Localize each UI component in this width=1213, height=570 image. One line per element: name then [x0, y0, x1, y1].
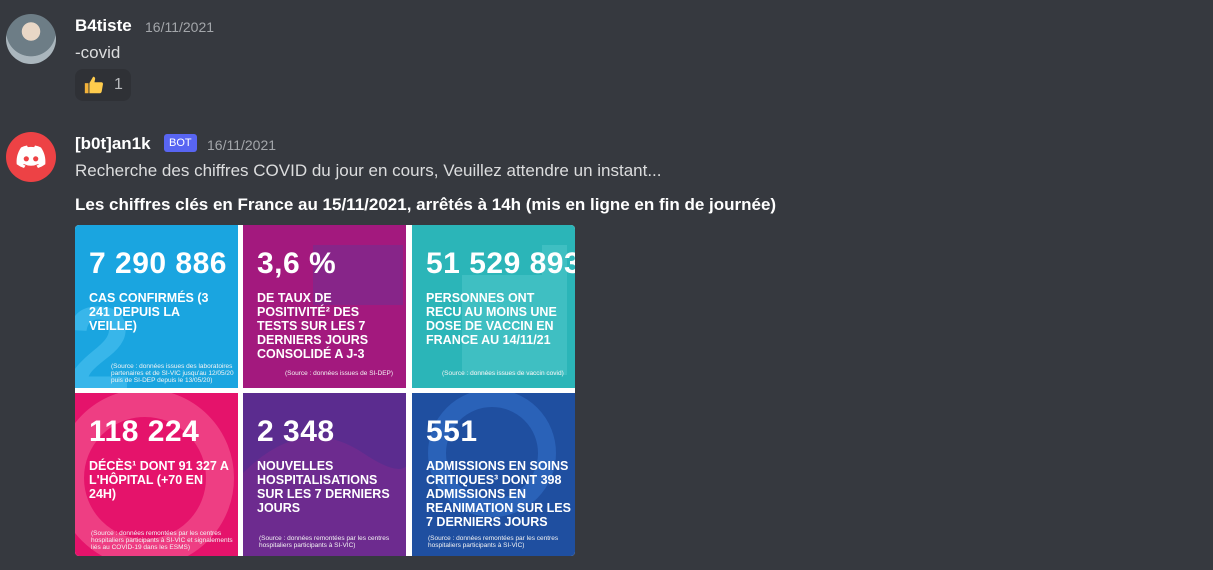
tile-label: NOUVELLES HOSPITALISATIONS SUR LES 7 DER…	[257, 459, 390, 515]
user-avatar[interactable]	[6, 14, 56, 64]
tile-label: ADMISSIONS EN SOINS CRITIQUES³ DONT 398 …	[426, 459, 571, 529]
tile-label: CAS CONFIRMÉS (3 241 DEPUIS LA VEILLE)	[89, 291, 209, 333]
tile-source: (Source : données remontées par les cent…	[91, 530, 233, 551]
tile-positivity-rate: 3,6 % DE TAUX DE POSITIVITÉ² DES TESTS S…	[243, 225, 406, 388]
tile-source: (Source : données issues de vaccin covid…	[442, 370, 564, 377]
tile-deaths: 118 224 DÉCÈS¹ DONT 91 327 A L'HÔPITAL (…	[75, 393, 238, 556]
tile-hospitalisations: 2 348 NOUVELLES HOSPITALISATIONS SUR LES…	[243, 393, 406, 556]
discord-logo-icon	[16, 145, 46, 168]
tile-source: (Source : données issues des laboratoire…	[111, 363, 234, 384]
reaction-count: 1	[114, 76, 123, 93]
tile-label: PERSONNES ONT RECU AU MOINS UNE DOSE DE …	[426, 291, 557, 347]
tile-source: (Source : données remontées par les cent…	[428, 535, 559, 549]
username[interactable]: [b0t]an1k	[75, 134, 151, 154]
tile-label: DE TAUX DE POSITIVITÉ² DES TESTS SUR LES…	[257, 291, 369, 361]
username[interactable]: B4tiste	[75, 16, 132, 36]
tile-source: (Source : données issues de SI-DEP)	[285, 370, 394, 377]
tile-value: 51 529 893	[426, 247, 575, 280]
bot-badge: BOT	[164, 134, 197, 152]
covid-infographic[interactable]: 2 7 290 886 CAS CONFIRMÉS (3 241 DEPUIS …	[75, 225, 575, 556]
tile-value: 7 290 886	[89, 247, 227, 280]
tile-vaccinated: 51 529 893 PERSONNES ONT RECU AU MOINS U…	[412, 225, 575, 388]
tile-value: 2 348	[257, 415, 335, 448]
tile-critical-care: 551 ADMISSIONS EN SOINS CRITIQUES³ DONT …	[412, 393, 575, 556]
tile-label: DÉCÈS¹ DONT 91 327 A L'HÔPITAL (+70 EN 2…	[89, 459, 229, 501]
reaction-thumbs-up[interactable]: 1	[75, 69, 131, 101]
embed-headline: Les chiffres clés en France au 15/11/202…	[75, 195, 777, 214]
timestamp: 16/11/2021	[145, 19, 215, 35]
bot-avatar[interactable]	[6, 132, 56, 182]
tile-confirmed-cases: 2 7 290 886 CAS CONFIRMÉS (3 241 DEPUIS …	[75, 225, 238, 388]
tile-value: 551	[426, 415, 478, 448]
tile-source: (Source : données remontées par les cent…	[259, 535, 390, 549]
tile-value: 118 224	[89, 415, 200, 448]
timestamp: 16/11/2021	[207, 137, 277, 153]
message-content: Recherche des chiffres COVID du jour en …	[75, 161, 662, 180]
tile-value: 3,6 %	[257, 247, 337, 280]
message-content: -covid	[75, 43, 121, 62]
thumbs-up-icon	[84, 76, 104, 94]
